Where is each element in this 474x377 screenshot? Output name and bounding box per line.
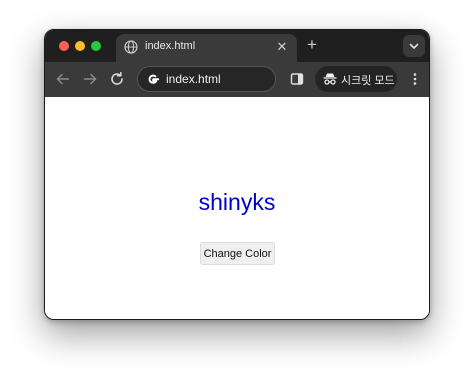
forward-arrow-icon[interactable] [81, 70, 99, 88]
incognito-badge[interactable]: 시크릿 모드 [315, 66, 397, 92]
minimize-window-button[interactable] [75, 41, 85, 51]
close-icon[interactable]: ✕ [274, 39, 290, 55]
google-g-icon [145, 71, 161, 87]
kebab-menu-icon[interactable] [406, 70, 424, 88]
tab-strip: index.html ✕ + [45, 30, 429, 62]
change-color-button[interactable]: Change Color [200, 242, 275, 265]
incognito-icon [322, 71, 338, 87]
browser-window: index.html ✕ + index.html 시크릿 모드 shinyks… [44, 29, 430, 320]
chevron-down-icon[interactable] [403, 35, 425, 57]
page-content: shinyks Change Color [45, 97, 429, 319]
side-panel-icon[interactable] [288, 70, 306, 88]
tab-index-html[interactable]: index.html ✕ [116, 34, 297, 62]
address-text: index.html [166, 72, 221, 86]
back-arrow-icon[interactable] [54, 70, 72, 88]
maximize-window-button[interactable] [91, 41, 101, 51]
globe-icon [124, 40, 138, 54]
incognito-label: 시크릿 모드 [341, 75, 395, 87]
close-window-button[interactable] [59, 41, 69, 51]
address-bar[interactable]: index.html [137, 66, 276, 92]
reload-icon[interactable] [108, 70, 126, 88]
tab-title: index.html [145, 40, 196, 52]
page-heading: shinyks [198, 189, 276, 215]
plus-icon[interactable]: + [303, 36, 321, 54]
toolbar: index.html 시크릿 모드 [45, 62, 429, 97]
